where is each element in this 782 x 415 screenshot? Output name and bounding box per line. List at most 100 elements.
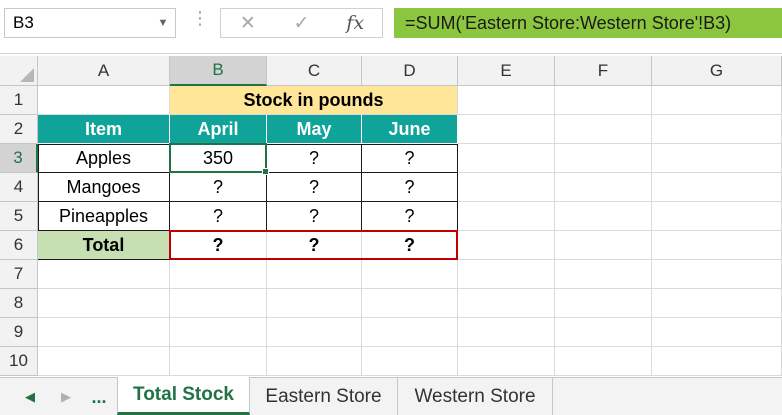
row-header-5[interactable]: 5 (0, 202, 38, 231)
formula-input[interactable]: =SUM('Eastern Store:Western Store'!B3) (394, 8, 782, 38)
select-all-corner[interactable] (0, 56, 38, 86)
cell-g8[interactable] (652, 289, 782, 318)
item-name[interactable]: Mangoes (38, 173, 170, 202)
header-june[interactable]: June (362, 115, 458, 144)
cell-f8[interactable] (555, 289, 652, 318)
header-april[interactable]: April (170, 115, 267, 144)
item-value[interactable]: 350 (170, 144, 267, 173)
cell-b8[interactable] (170, 289, 267, 318)
item-value[interactable]: ? (362, 173, 458, 202)
cell-g5[interactable] (652, 202, 782, 231)
cell-f3[interactable] (555, 144, 652, 173)
item-name[interactable]: Apples (38, 144, 170, 173)
row-header-1[interactable]: 1 (0, 86, 38, 115)
row-header-3[interactable]: 3 (0, 144, 38, 173)
cell-g10[interactable] (652, 347, 782, 376)
item-value[interactable]: ? (267, 202, 362, 231)
total-value[interactable]: ? (267, 231, 362, 260)
cell-f4[interactable] (555, 173, 652, 202)
cell-f9[interactable] (555, 318, 652, 347)
enter-icon[interactable]: ✓ (275, 9, 329, 37)
cell-e1[interactable] (458, 86, 555, 115)
formula-bar-grip-icon[interactable]: ⋮ (191, 8, 209, 29)
tab-total-stock[interactable]: Total Stock (117, 377, 250, 415)
row-header-10[interactable]: 10 (0, 347, 38, 376)
column-header-c[interactable]: C (267, 56, 362, 86)
cell-a9[interactable] (38, 318, 170, 347)
cell-e7[interactable] (458, 260, 555, 289)
cell-g1[interactable] (652, 86, 782, 115)
item-value[interactable]: ? (170, 202, 267, 231)
cell-b7[interactable] (170, 260, 267, 289)
cell-b9[interactable] (170, 318, 267, 347)
row-header-8[interactable]: 8 (0, 289, 38, 318)
select-all-icon[interactable] (20, 68, 34, 82)
item-value[interactable]: ? (267, 144, 362, 173)
cell-c7[interactable] (267, 260, 362, 289)
tab-western-store[interactable]: Western Store (398, 378, 553, 415)
cell-a10[interactable] (38, 347, 170, 376)
cell-d7[interactable] (362, 260, 458, 289)
cell-a1[interactable] (38, 86, 170, 115)
name-box[interactable]: B3 ▼ (4, 8, 176, 38)
cell-g4[interactable] (652, 173, 782, 202)
cell-c8[interactable] (267, 289, 362, 318)
insert-function-icon[interactable]: fx (328, 9, 382, 37)
cell-f10[interactable] (555, 347, 652, 376)
cell-c10[interactable] (267, 347, 362, 376)
row-header-7[interactable]: 7 (0, 260, 38, 289)
header-item[interactable]: Item (38, 115, 170, 144)
fill-handle[interactable] (262, 168, 269, 175)
column-header-b[interactable]: B (170, 56, 267, 86)
row-header-9[interactable]: 9 (0, 318, 38, 347)
cell-e3[interactable] (458, 144, 555, 173)
cell-e2[interactable] (458, 115, 555, 144)
item-value[interactable]: ? (362, 144, 458, 173)
cell-e10[interactable] (458, 347, 555, 376)
row-header-4[interactable]: 4 (0, 173, 38, 202)
cell-f5[interactable] (555, 202, 652, 231)
chevron-down-icon[interactable]: ▼ (151, 17, 175, 29)
cell-e6[interactable] (458, 231, 555, 260)
tab-eastern-store[interactable]: Eastern Store (250, 378, 398, 415)
item-value[interactable]: ? (267, 173, 362, 202)
column-header-e[interactable]: E (458, 56, 555, 86)
table-title[interactable]: Stock in pounds (170, 86, 458, 115)
cell-e8[interactable] (458, 289, 555, 318)
column-header-a[interactable]: A (38, 56, 170, 86)
cell-g9[interactable] (652, 318, 782, 347)
item-value[interactable]: ? (362, 202, 458, 231)
column-header-f[interactable]: F (555, 56, 652, 86)
row-header-6[interactable]: 6 (0, 231, 38, 260)
total-value[interactable]: ? (170, 231, 267, 260)
cell-d9[interactable] (362, 318, 458, 347)
row-header-2[interactable]: 2 (0, 115, 38, 144)
previous-sheet-icon[interactable]: ◀ (18, 378, 42, 415)
cell-g7[interactable] (652, 260, 782, 289)
cell-a8[interactable] (38, 289, 170, 318)
cell-f6[interactable] (555, 231, 652, 260)
item-value[interactable]: ? (170, 173, 267, 202)
cell-b10[interactable] (170, 347, 267, 376)
cancel-icon[interactable]: ✕ (221, 9, 275, 37)
column-header-g[interactable]: G (652, 56, 782, 86)
cell-e5[interactable] (458, 202, 555, 231)
cell-d8[interactable] (362, 289, 458, 318)
header-may[interactable]: May (267, 115, 362, 144)
total-label[interactable]: Total (38, 231, 170, 260)
cell-g3[interactable] (652, 144, 782, 173)
cell-g2[interactable] (652, 115, 782, 144)
cell-f7[interactable] (555, 260, 652, 289)
cell-f1[interactable] (555, 86, 652, 115)
next-sheet-icon[interactable]: ▶ (54, 378, 78, 415)
total-value[interactable]: ? (362, 231, 458, 260)
cell-e9[interactable] (458, 318, 555, 347)
more-sheets-button[interactable]: ... (82, 378, 116, 415)
column-header-d[interactable]: D (362, 56, 458, 86)
cell-g6[interactable] (652, 231, 782, 260)
cell-c9[interactable] (267, 318, 362, 347)
cell-a7[interactable] (38, 260, 170, 289)
cell-d10[interactable] (362, 347, 458, 376)
cell-e4[interactable] (458, 173, 555, 202)
item-name[interactable]: Pineapples (38, 202, 170, 231)
